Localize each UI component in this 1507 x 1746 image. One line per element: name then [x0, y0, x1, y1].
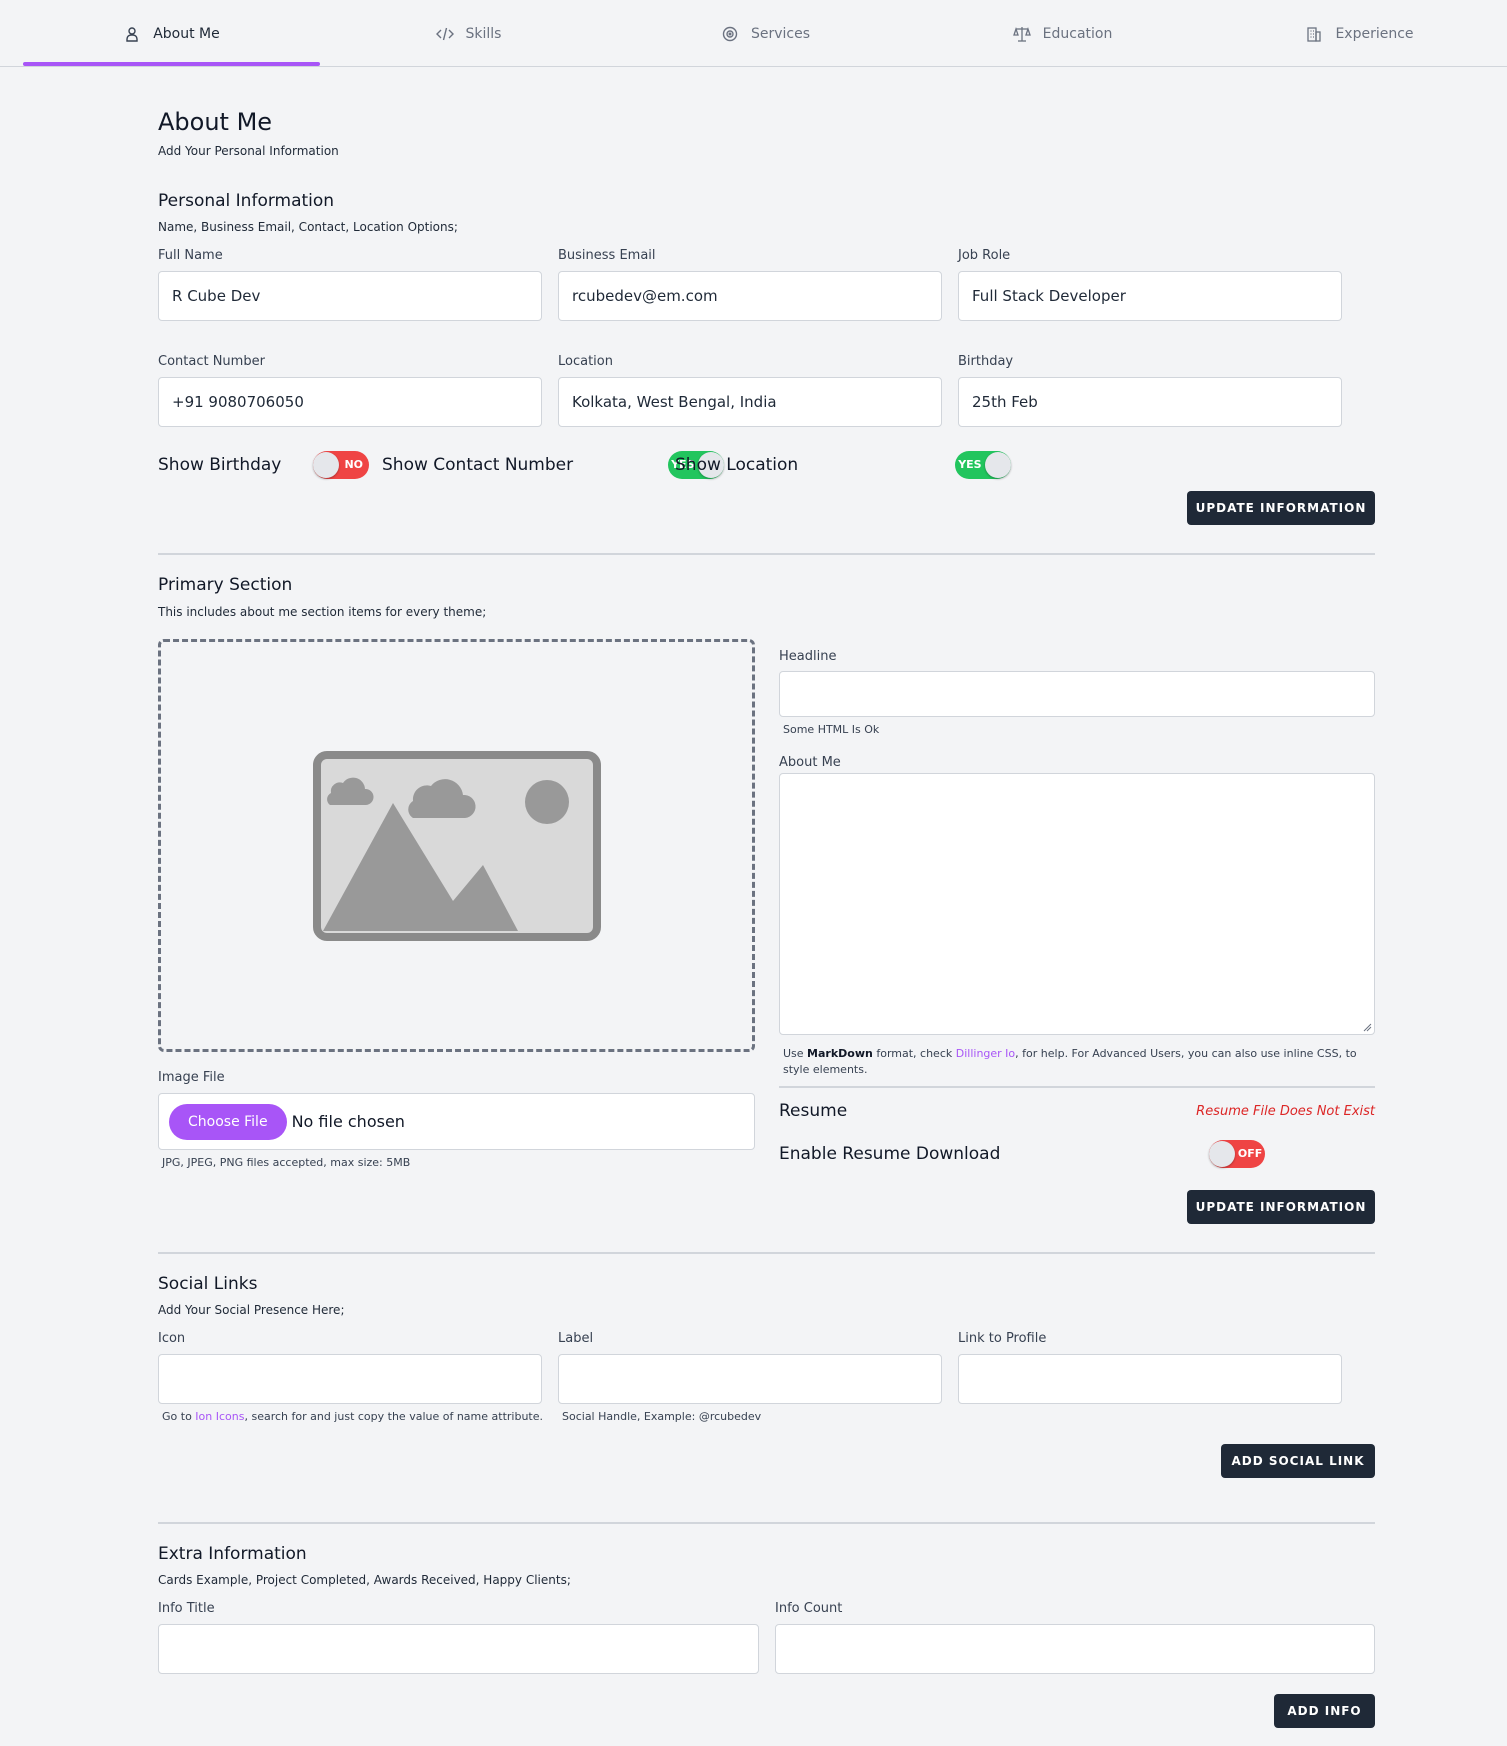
info-count-label: Info Count — [775, 1601, 843, 1616]
image-file-hint: JPG, JPEG, PNG files accepted, max size:… — [162, 1156, 411, 1169]
contact-number-input[interactable]: +91 9080706050 — [158, 377, 542, 427]
extra-info-subtitle: Cards Example, Project Completed, Awards… — [158, 1573, 571, 1587]
social-link-label: Link to Profile — [958, 1331, 1047, 1346]
contact-number-label: Contact Number — [158, 354, 265, 369]
business-email-input[interactable]: rcubedev@em.com — [558, 271, 942, 321]
section-divider — [158, 1252, 1375, 1254]
image-file-input[interactable]: Choose File No file chosen — [158, 1093, 755, 1150]
social-links-title: Social Links — [158, 1274, 258, 1294]
show-birthday-label: Show Birthday — [158, 455, 282, 475]
headline-label: Headline — [779, 649, 837, 664]
social-link-input[interactable] — [958, 1354, 1342, 1404]
toggle-knob — [313, 452, 339, 478]
hint-text: Use — [783, 1047, 808, 1060]
ion-icons-link[interactable]: Ion Icons — [195, 1410, 244, 1423]
full-name-label: Full Name — [158, 248, 223, 263]
social-icon-label: Icon — [158, 1331, 186, 1346]
primary-section-subtitle: This includes about me section items for… — [158, 605, 487, 619]
section-divider — [158, 1522, 1375, 1524]
dillinger-link[interactable]: Dillinger Io — [956, 1047, 1015, 1060]
birthday-input[interactable]: 25th Feb — [958, 377, 1342, 427]
hint-bold: MarkDown — [807, 1047, 873, 1060]
info-title-label: Info Title — [158, 1601, 215, 1616]
hint-text: , search for and just copy the value of … — [244, 1410, 544, 1423]
resume-status: Resume File Does Not Exist — [1196, 1104, 1375, 1119]
social-label-label: Label — [558, 1331, 594, 1346]
resume-divider — [779, 1086, 1375, 1088]
resume-label: Resume — [779, 1101, 848, 1121]
about-me-label: About Me — [779, 755, 841, 770]
about-me-textarea[interactable] — [779, 773, 1375, 1035]
toggle-knob — [985, 452, 1012, 478]
hint-text: format, check — [872, 1047, 956, 1060]
section-divider — [158, 553, 1375, 555]
social-links-subtitle: Add Your Social Presence Here; — [158, 1303, 345, 1317]
job-role-input[interactable]: Full Stack Developer — [958, 271, 1342, 321]
image-file-label: Image File — [158, 1070, 225, 1085]
extra-info-title: Extra Information — [158, 1544, 307, 1564]
active-tab-indicator — [23, 62, 320, 66]
show-location-label: Show Location — [675, 455, 799, 475]
image-dropzone[interactable] — [158, 639, 755, 1052]
toggle-state: NO — [344, 458, 363, 471]
headline-input[interactable] — [779, 671, 1375, 717]
image-placeholder-icon — [313, 751, 601, 941]
toggle-state: OFF — [1237, 1147, 1263, 1160]
info-count-input[interactable] — [775, 1624, 1375, 1674]
choose-file-button[interactable]: Choose File — [169, 1103, 287, 1140]
full-name-input[interactable]: R Cube Dev — [158, 271, 542, 321]
social-label-input[interactable] — [558, 1354, 942, 1404]
main-content: About Me Add Your Personal Information P… — [158, 0, 1376, 1728]
about-me-hint: Use MarkDown format, check Dillinger Io,… — [783, 1046, 1373, 1078]
add-info-button[interactable]: ADD INFO — [1274, 1694, 1375, 1728]
show-location-toggle[interactable]: YES — [955, 451, 1012, 479]
toggle-state: YES — [958, 458, 982, 471]
social-icon-input[interactable] — [158, 1354, 542, 1404]
page-title: About Me — [158, 108, 273, 136]
toggle-knob — [1209, 1141, 1236, 1167]
personal-info-title: Personal Information — [158, 191, 335, 211]
birthday-label: Birthday — [958, 354, 1014, 369]
info-title-input[interactable] — [158, 1624, 759, 1674]
location-label: Location — [558, 354, 613, 369]
update-primary-button[interactable]: UPDATE INFORMATION — [1187, 1190, 1375, 1224]
social-icon-hint: Go to Ion Icons, search for and just cop… — [162, 1410, 543, 1423]
resize-handle-icon — [1363, 1023, 1372, 1032]
user-icon — [123, 25, 141, 43]
update-personal-button[interactable]: UPDATE INFORMATION — [1187, 491, 1375, 525]
personal-info-subtitle: Name, Business Email, Contact, Location … — [158, 220, 458, 234]
social-label-hint: Social Handle, Example: @rcubedev — [562, 1410, 762, 1423]
enable-resume-download-toggle[interactable]: OFF — [1209, 1140, 1266, 1168]
no-file-text: No file chosen — [291, 1112, 405, 1131]
add-social-link-button[interactable]: ADD SOCIAL LINK — [1221, 1444, 1375, 1478]
business-email-label: Business Email — [558, 248, 656, 263]
enable-resume-download-label: Enable Resume Download — [779, 1144, 1001, 1164]
headline-hint: Some HTML Is Ok — [783, 723, 880, 736]
location-input[interactable]: Kolkata, West Bengal, India — [558, 377, 942, 427]
show-contact-number-label: Show Contact Number — [382, 455, 574, 475]
show-birthday-toggle[interactable]: NO — [313, 451, 369, 479]
page-subtitle: Add Your Personal Information — [158, 144, 339, 158]
hint-text: Go to — [162, 1410, 196, 1423]
primary-section-title: Primary Section — [158, 575, 293, 595]
job-role-label: Job Role — [958, 248, 1011, 263]
